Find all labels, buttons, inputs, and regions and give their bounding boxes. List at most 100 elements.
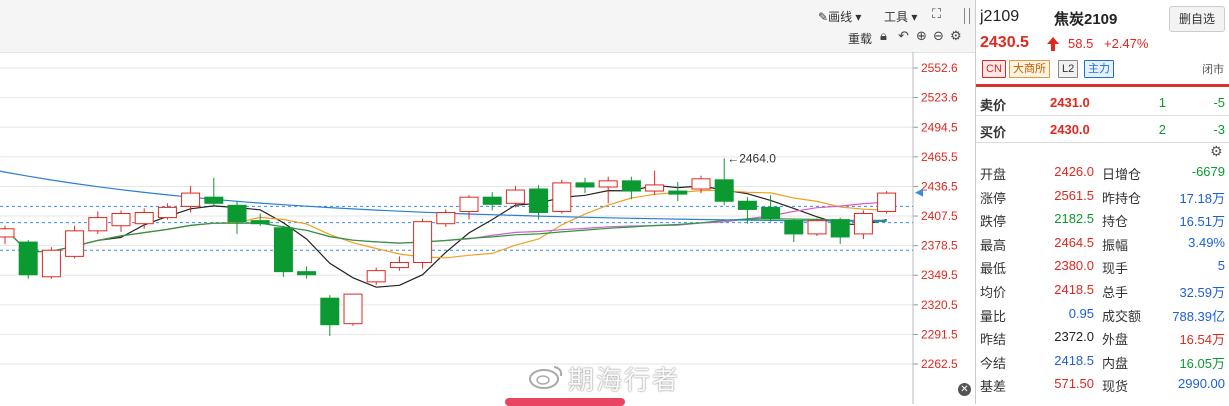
contract-name: 焦炭2109 xyxy=(1054,11,1118,28)
stat-label: 量比 xyxy=(980,308,1007,324)
stat-row: 昨结 2372.0 外盘 16.54万 xyxy=(976,325,1229,347)
weibo-logo-icon xyxy=(529,366,563,389)
y-tick-label: 2378.5 xyxy=(921,239,958,253)
stat-label: 日增仓 xyxy=(1102,167,1142,182)
divider xyxy=(976,142,1229,143)
candle-body xyxy=(204,196,224,204)
bottom-badge xyxy=(505,398,625,406)
tag-l2: L2 xyxy=(1058,60,1079,78)
candle-body xyxy=(877,192,897,212)
candle-body xyxy=(389,261,409,269)
candle-body xyxy=(157,206,177,219)
header-divider xyxy=(976,84,1229,87)
close-icon[interactable]: ✕ xyxy=(958,383,971,396)
candle-body xyxy=(320,297,340,326)
tools-button[interactable]: 工具 ▾ xyxy=(884,8,917,25)
stat-value: 32.59万 xyxy=(1179,285,1225,300)
candlestick-chart[interactable]: 2552.6 2523.6 2494.5 2465.5 2436.5 2407.5 2378… xyxy=(0,52,975,404)
zoom-in-icon[interactable]: ⊕ xyxy=(916,29,927,43)
stat-label: 昨持仓 xyxy=(1102,190,1142,206)
draw-line-button[interactable]: ✎画线 ▾ xyxy=(818,8,861,25)
stat-value: 2182.5 xyxy=(1054,211,1094,227)
current-price-marker xyxy=(915,188,923,197)
stat-value: -6679 xyxy=(1191,164,1225,179)
stat-label: 跌停 xyxy=(980,214,1007,230)
y-tick-label: 2523.6 xyxy=(921,91,958,105)
chart-toolbar: ✎画线 ▾ 工具 ▾ ⛶ 重载 🔒︎ ↶ ⊕ ⊖ ⚙ xyxy=(0,0,975,53)
stat-label: 成交额 xyxy=(1102,308,1142,324)
ask-label: 卖价 xyxy=(980,98,1007,113)
stat-value: 788.39亿 xyxy=(1172,308,1225,324)
high-annotation: ←2464.0 xyxy=(727,151,776,165)
reload-button[interactable]: 重载 xyxy=(848,30,872,47)
y-tick-label: 2349.5 xyxy=(921,268,958,282)
ask-row: 卖价 2431.0 1 -5 xyxy=(976,89,1229,115)
price-change: 58.5 xyxy=(1068,36,1094,51)
stat-label: 持仓 xyxy=(1102,214,1129,230)
stat-value: 17.18万 xyxy=(1179,190,1225,206)
fullscreen-icon[interactable]: ⛶ xyxy=(932,7,941,21)
pane-resize-handle[interactable] xyxy=(964,8,970,24)
bid-row: 买价 2430.0 2 -3 xyxy=(976,116,1229,142)
gear-icon[interactable]: ⚙ xyxy=(950,29,962,43)
stat-label: 今结 xyxy=(980,355,1007,371)
undo-icon[interactable]: ↶ xyxy=(898,29,909,43)
ask-price: 2431.0 xyxy=(1050,95,1090,110)
candle-body xyxy=(18,241,38,276)
y-tick-label: 2262.5 xyxy=(921,357,958,371)
remove-watchlist-button[interactable]: 删自选 xyxy=(1169,6,1225,32)
market-status: 闭市 xyxy=(1202,64,1224,76)
ask-volume: 1 xyxy=(1158,95,1166,110)
stat-label: 昨结 xyxy=(980,332,1007,348)
stat-label: 开盘 xyxy=(980,167,1007,182)
kline-chart-pane[interactable]: ✎画线 ▾ 工具 ▾ ⛶ 重载 🔒︎ ↶ ⊕ ⊖ ⚙ 2552.6 2523.6 2… xyxy=(0,0,975,406)
stat-row: 今结 2418.5 内盘 16.05万 xyxy=(976,349,1229,371)
stat-row: 涨停 2561.5 昨持仓 17.18万 xyxy=(976,184,1229,206)
bid-price: 2430.0 xyxy=(1050,122,1090,137)
y-tick-label: 2465.5 xyxy=(921,150,958,164)
candle-body xyxy=(853,213,873,235)
y-tick-label: 2291.5 xyxy=(921,327,958,341)
candle-body xyxy=(273,227,293,273)
y-tick-label: 2320.5 xyxy=(921,298,958,312)
lock-icon[interactable]: 🔒︎ xyxy=(880,29,887,43)
candle-body xyxy=(714,179,734,202)
y-tick-label: 2407.5 xyxy=(921,209,958,223)
contract-code: j2109 xyxy=(980,8,1020,25)
candle-body xyxy=(343,293,363,325)
stat-row: 基差 571.50 现货 2990.00 xyxy=(976,372,1229,394)
candle-body xyxy=(645,184,665,192)
stat-label: 基差 xyxy=(980,379,1007,395)
stat-label: 振幅 xyxy=(1102,237,1129,253)
stat-label: 现货 xyxy=(1102,379,1129,395)
candle-body xyxy=(668,190,688,195)
candle-body xyxy=(598,180,618,188)
y-tick-label: 2436.5 xyxy=(921,179,958,193)
stat-value: 2990.00 xyxy=(1178,376,1225,392)
draw-line-label: 画线 xyxy=(828,10,853,24)
candle-body xyxy=(41,249,61,278)
gear-icon[interactable]: ⚙ xyxy=(1210,143,1223,160)
candle-body xyxy=(529,188,549,213)
candle-body xyxy=(413,221,433,263)
candle-body xyxy=(181,192,201,207)
y-tick-label: 2552.6 xyxy=(921,61,958,75)
candle-body xyxy=(436,211,456,225)
candle-body xyxy=(784,220,804,235)
candle-body xyxy=(227,204,247,223)
tag-main-contract: 主力 xyxy=(1084,60,1114,78)
candle-body xyxy=(691,178,711,190)
stat-label: 均价 xyxy=(980,285,1007,300)
last-price: 2430.5 xyxy=(980,34,1029,51)
stat-row: 量比 0.95 成交额 788.39亿 xyxy=(976,302,1229,324)
stat-value: 2561.5 xyxy=(1054,187,1094,203)
zoom-out-icon[interactable]: ⊖ xyxy=(933,29,944,43)
candle-body xyxy=(0,228,15,238)
stat-row: 开盘 2426.0 日增仓 -6679 xyxy=(976,160,1229,182)
stat-label: 外盘 xyxy=(1102,332,1129,348)
ma5-line xyxy=(4,184,887,288)
stat-value: 571.50 xyxy=(1054,376,1094,392)
stat-row: 最低 2380.0 现手 5 xyxy=(976,254,1229,276)
y-tick-label: 2494.5 xyxy=(921,120,958,134)
candle-body xyxy=(250,220,270,225)
